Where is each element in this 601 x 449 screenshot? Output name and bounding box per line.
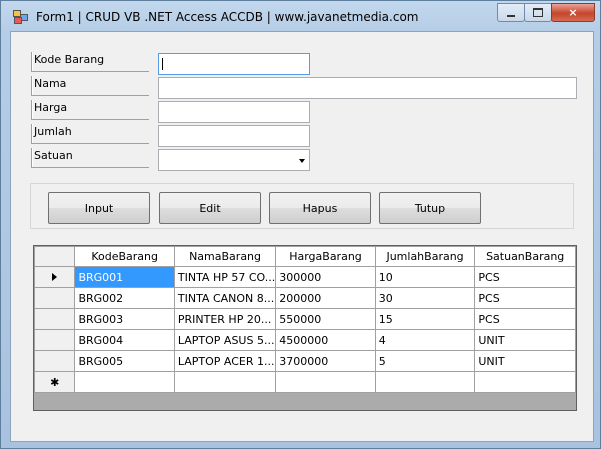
- grid-cell[interactable]: BRG001: [74, 266, 175, 288]
- grid-cell[interactable]: 200000: [275, 287, 376, 309]
- row-header[interactable]: [34, 287, 76, 309]
- grid-cell[interactable]: TINTA HP 57 CO...: [173, 266, 277, 288]
- grid-table: KodeBarang NamaBarang HargaBarang Jumlah…: [34, 246, 576, 393]
- caption-buttons: ×: [497, 3, 595, 22]
- grid-cell[interactable]: BRG005: [74, 350, 175, 372]
- form-client-area: Kode Barang Nama Harga Jumlah Satuan Inp…: [10, 31, 594, 442]
- kode-barang-input[interactable]: [158, 53, 310, 75]
- grid-header-row: KodeBarang NamaBarang HargaBarang Jumlah…: [34, 246, 576, 267]
- grid-cell[interactable]: 3700000: [275, 350, 376, 372]
- row-header[interactable]: [34, 350, 76, 372]
- input-button[interactable]: Input: [48, 192, 150, 224]
- grid-cell[interactable]: PRINTER HP 20...: [173, 308, 277, 330]
- satuan-select[interactable]: [158, 149, 310, 171]
- data-grid[interactable]: KodeBarang NamaBarang HargaBarang Jumlah…: [33, 245, 577, 411]
- hapus-button[interactable]: Hapus: [269, 192, 371, 224]
- grid-cell[interactable]: 5: [374, 350, 476, 372]
- grid-cell[interactable]: [374, 371, 476, 393]
- column-header[interactable]: JumlahBarang: [374, 246, 476, 267]
- grid-cell[interactable]: PCS: [474, 308, 576, 330]
- grid-cell[interactable]: 15: [374, 308, 476, 330]
- grid-corner-cell: [34, 246, 76, 267]
- grid-cell[interactable]: 300000: [275, 266, 376, 288]
- new-row-icon: ✱: [34, 371, 76, 393]
- nama-input[interactable]: [158, 77, 577, 99]
- current-row-arrow-icon: [52, 272, 58, 281]
- column-header[interactable]: KodeBarang: [74, 246, 175, 267]
- grid-cell[interactable]: TINTA CANON 8...: [173, 287, 277, 309]
- row-header[interactable]: [34, 329, 76, 351]
- form-icon: [13, 10, 29, 24]
- grid-cell[interactable]: 30: [374, 287, 476, 309]
- maximize-icon: [533, 8, 543, 17]
- harga-input[interactable]: [158, 101, 310, 123]
- table-row[interactable]: BRG004 LAPTOP ASUS 5... 4500000 4 UNIT: [34, 329, 576, 351]
- jumlah-input[interactable]: [158, 125, 310, 147]
- close-icon: ×: [568, 6, 578, 19]
- grid-cell[interactable]: UNIT: [474, 350, 576, 372]
- maximize-button[interactable]: [524, 3, 552, 22]
- grid-cell[interactable]: LAPTOP ACER 1...: [173, 350, 277, 372]
- grid-cell[interactable]: [74, 371, 175, 393]
- jumlah-label: Jumlah: [31, 124, 149, 144]
- grid-cell[interactable]: PCS: [474, 287, 576, 309]
- minimize-button[interactable]: [497, 3, 525, 22]
- table-row[interactable]: BRG001 TINTA HP 57 CO... 300000 10 PCS: [34, 266, 576, 288]
- grid-cell[interactable]: 10: [374, 266, 476, 288]
- table-row[interactable]: BRG002 TINTA CANON 8... 200000 30 PCS: [34, 287, 576, 309]
- nama-label: Nama: [31, 76, 149, 96]
- close-button[interactable]: ×: [551, 3, 595, 22]
- table-row[interactable]: BRG003 PRINTER HP 20... 550000 15 PCS: [34, 308, 576, 330]
- text-caret: [162, 58, 163, 70]
- kode-barang-label: Kode Barang: [31, 52, 149, 72]
- chevron-down-icon[interactable]: [299, 159, 305, 163]
- column-header[interactable]: SatuanBarang: [474, 246, 576, 267]
- grid-cell[interactable]: 550000: [275, 308, 376, 330]
- grid-cell[interactable]: BRG002: [74, 287, 175, 309]
- row-header[interactable]: [34, 266, 76, 288]
- window-title: Form1 | CRUD VB .NET Access ACCDB | www.…: [36, 10, 419, 24]
- new-row[interactable]: ✱: [34, 371, 576, 393]
- column-header[interactable]: NamaBarang: [173, 246, 277, 267]
- minimize-icon: [507, 14, 515, 17]
- grid-cell[interactable]: 4: [374, 329, 476, 351]
- grid-cell[interactable]: [275, 371, 376, 393]
- grid-cell[interactable]: [173, 371, 277, 393]
- harga-label: Harga: [31, 100, 149, 120]
- grid-cell[interactable]: LAPTOP ASUS 5...: [173, 329, 277, 351]
- grid-cell[interactable]: [474, 371, 576, 393]
- grid-cell[interactable]: 4500000: [275, 329, 376, 351]
- grid-cell[interactable]: PCS: [474, 266, 576, 288]
- grid-cell[interactable]: BRG004: [74, 329, 175, 351]
- edit-button[interactable]: Edit: [159, 192, 261, 224]
- title-bar[interactable]: Form1 | CRUD VB .NET Access ACCDB | www.…: [1, 1, 600, 31]
- column-header[interactable]: HargaBarang: [275, 246, 376, 267]
- tutup-button[interactable]: Tutup: [379, 192, 481, 224]
- app-window: Form1 | CRUD VB .NET Access ACCDB | www.…: [0, 0, 601, 449]
- grid-cell[interactable]: BRG003: [74, 308, 175, 330]
- grid-cell[interactable]: UNIT: [474, 329, 576, 351]
- table-row[interactable]: BRG005 LAPTOP ACER 1... 3700000 5 UNIT: [34, 350, 576, 372]
- satuan-label: Satuan: [31, 148, 149, 168]
- row-header[interactable]: [34, 308, 76, 330]
